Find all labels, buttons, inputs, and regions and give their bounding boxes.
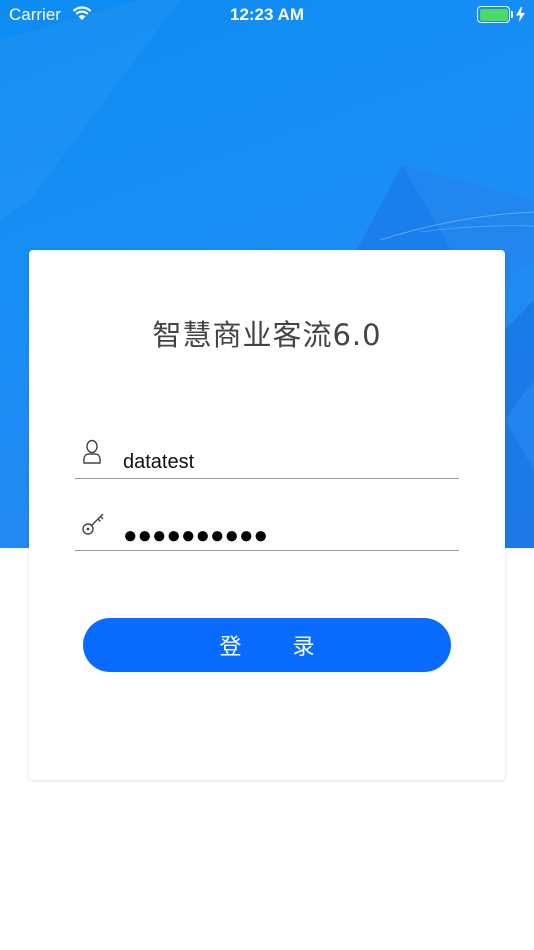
- password-input[interactable]: ●●●●●●●●●●: [123, 523, 268, 549]
- battery-icon: [477, 6, 513, 23]
- login-button[interactable]: 登 录: [83, 618, 451, 672]
- login-card: 智慧商业客流6.0 datatest ●●●●●●●●●● 登 录: [29, 250, 505, 780]
- clock-label: 12:23 AM: [229, 5, 304, 24]
- key-icon: [82, 513, 104, 535]
- username-input[interactable]: datatest: [123, 451, 194, 474]
- password-field[interactable]: ●●●●●●●●●●: [75, 507, 459, 551]
- status-bar: Carrier 12:23 AM: [0, 0, 534, 30]
- username-field[interactable]: datatest: [75, 435, 459, 479]
- app-title: 智慧商业客流6.0: [152, 318, 382, 352]
- charging-bolt-icon: [516, 7, 525, 22]
- user-icon: [83, 439, 101, 464]
